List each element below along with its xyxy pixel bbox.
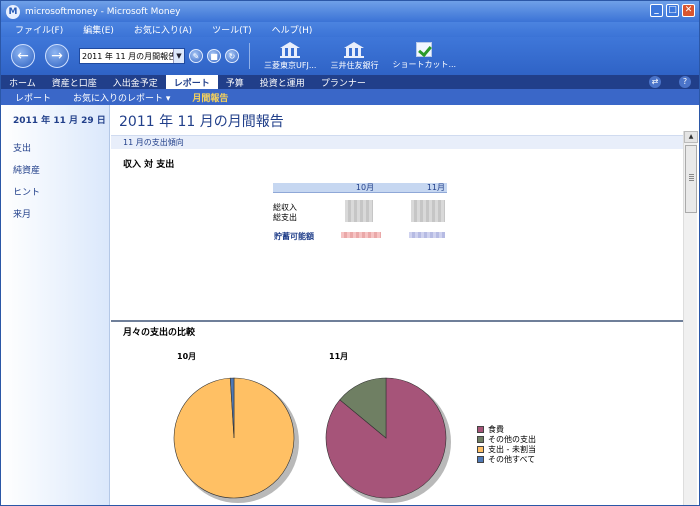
scroll-thumb[interactable]: [685, 145, 697, 213]
money-app-icon[interactable]: M: [6, 4, 20, 19]
vertical-scrollbar[interactable]: ▲: [683, 131, 698, 505]
refresh-button[interactable]: ↻: [225, 49, 239, 63]
section-divider: [111, 320, 683, 322]
window-controls: _ □ ✕: [650, 4, 695, 17]
comparison-title: 月々の支出の比較: [123, 328, 196, 338]
blurred-value: [345, 200, 373, 222]
arrow-left-icon: ←: [17, 48, 29, 64]
savings-label: 貯蓄可能額: [274, 232, 314, 241]
sidebar-date: 2011 年 11 月 29 日: [13, 116, 106, 126]
exchange-icon[interactable]: ⇄: [649, 76, 661, 88]
menu-favorites[interactable]: お気に入り(A): [134, 23, 192, 36]
checkbox-icon: [416, 42, 433, 57]
shortcut-label: 三井住友銀行: [330, 60, 379, 70]
stop-icon: ■: [210, 51, 218, 61]
legend-swatch: [477, 445, 484, 453]
edit-button[interactable]: ✎: [189, 49, 203, 63]
section-header: 11 月の支出傾向: [111, 135, 683, 149]
blurred-value: [409, 232, 445, 238]
toolbar-separator: [249, 43, 250, 69]
column-header-oct: 10月: [355, 183, 375, 192]
tab-reports[interactable]: レポート: [165, 75, 218, 89]
menu-help[interactable]: ヘルプ(H): [272, 23, 313, 36]
pie-chart-oct: [173, 377, 299, 503]
sidebar: 2011 年 11 月 29 日 支出 純資産 ヒント 来月: [1, 105, 110, 505]
app-window: M microsoftmoney - Microsoft Money _ □ ✕…: [0, 0, 700, 506]
tab-budget[interactable]: 予算: [218, 75, 252, 89]
pie-label-oct: 10月: [177, 352, 197, 361]
legend-swatch: [477, 435, 484, 443]
menu-edit[interactable]: 編集(E): [83, 23, 114, 36]
shortcut-label: 三菱東京UFJ...: [264, 60, 317, 70]
refresh-icon: ↻: [228, 51, 236, 61]
report-content: 2011 年 11 月の月間報告 11 月の支出傾向 収入 対 支出 10月 1…: [111, 105, 683, 505]
legend-label: その他すべて: [488, 454, 536, 464]
pie-label-nov: 11月: [329, 352, 349, 361]
tab-investments[interactable]: 投資と運用: [252, 75, 313, 89]
sub-navigation: レポート お気に入りのレポート ▾ 月間報告: [1, 89, 699, 105]
address-box[interactable]: 2011 年 11 月の月間報告 ▼: [79, 48, 185, 64]
tab-accounts[interactable]: 資産と口座: [44, 75, 105, 89]
blurred-value: [341, 232, 381, 238]
toolbar: ← → 2011 年 11 月の月間報告 ▼ ✎ ■ ↻ 三菱東京UFJ... …: [1, 37, 699, 75]
table-header: 10月 11月: [273, 183, 447, 193]
menu-bar: ファイル(F) 編集(E) お気に入り(A) ツール(T) ヘルプ(H): [1, 22, 699, 37]
title-bar: M microsoftmoney - Microsoft Money _ □ ✕: [1, 1, 699, 22]
chart-legend: 食費 その他の支出 支出 - 未割当 その他すべて: [477, 424, 536, 464]
maximize-button[interactable]: □: [666, 4, 679, 17]
legend-item: その他すべて: [477, 454, 536, 464]
menu-file[interactable]: ファイル(F): [15, 23, 63, 36]
pie-chart-nov: [325, 377, 451, 503]
sidebar-link-expenses[interactable]: 支出: [13, 141, 31, 154]
legend-swatch: [477, 455, 484, 463]
chevron-down-icon[interactable]: ▼: [173, 49, 184, 63]
close-button[interactable]: ✕: [682, 4, 695, 17]
forward-button[interactable]: →: [45, 44, 69, 68]
bank-icon: [280, 41, 301, 58]
scroll-up-button[interactable]: ▲: [684, 131, 698, 143]
address-value: 2011 年 11 月の月間報告: [82, 51, 177, 61]
page-title: 2011 年 11 月の月間報告: [119, 114, 284, 130]
legend-item: 食費: [477, 424, 536, 434]
window-title: microsoftmoney - Microsoft Money: [25, 6, 181, 17]
sidebar-link-next-month[interactable]: 来月: [13, 207, 31, 220]
legend-swatch: [477, 425, 484, 433]
subnav-favorite-reports[interactable]: お気に入りのレポート ▾: [73, 91, 170, 104]
row-total-expense: 総支出: [273, 213, 297, 222]
shortcut-more[interactable]: ショートカット...: [392, 42, 456, 70]
blurred-value: [411, 200, 445, 222]
shortcut-mufg[interactable]: 三菱東京UFJ...: [264, 41, 317, 71]
column-header-nov: 11月: [426, 183, 445, 192]
arrow-right-icon: →: [51, 48, 63, 64]
sidebar-link-net-worth[interactable]: 純資産: [13, 163, 40, 176]
tab-planner[interactable]: プランナー: [313, 75, 374, 89]
legend-item: 支出 - 未割当: [477, 444, 536, 454]
bank-icon: [344, 41, 365, 58]
sidebar-link-tips[interactable]: ヒント: [13, 185, 40, 198]
tab-bills[interactable]: 入出金予定: [105, 75, 166, 89]
menu-tools[interactable]: ツール(T): [212, 23, 252, 36]
legend-item: その他の支出: [477, 434, 536, 444]
shortcut-smbc[interactable]: 三井住友銀行: [330, 41, 379, 71]
minimize-button[interactable]: _: [650, 4, 663, 17]
shortcut-label: ショートカット...: [392, 60, 457, 69]
main-tabs: ホーム 資産と口座 入出金予定 レポート 予算 投資と運用 プランナー ⇄ ?: [1, 75, 699, 89]
back-button[interactable]: ←: [11, 44, 35, 68]
tab-home[interactable]: ホーム: [1, 75, 44, 89]
subnav-reports[interactable]: レポート: [15, 91, 51, 104]
nav-right-tools: ⇄ ?: [649, 76, 691, 88]
help-icon[interactable]: ?: [679, 76, 691, 88]
stop-button[interactable]: ■: [207, 49, 221, 63]
income-vs-expense-title: 収入 対 支出: [123, 160, 175, 170]
subnav-monthly-report[interactable]: 月間報告: [192, 91, 228, 104]
pencil-icon: ✎: [192, 51, 200, 61]
